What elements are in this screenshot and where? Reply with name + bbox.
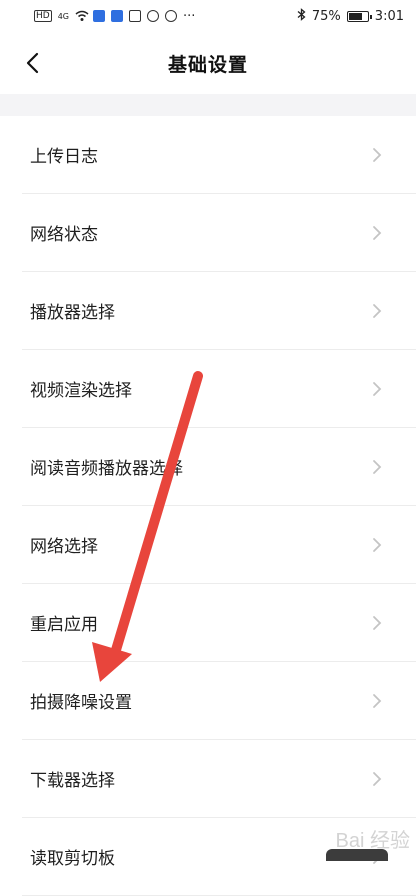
settings-item-label: 拍摄降噪设置 (30, 693, 132, 713)
chevron-right-icon (373, 303, 382, 318)
signal-label: 4G (57, 11, 69, 21)
more-notifications-icon: ··· (183, 8, 196, 24)
settings-item-label: 播放器选择 (30, 303, 115, 323)
bluetooth-icon (297, 7, 306, 25)
settings-item-label: 下载器选择 (30, 771, 115, 791)
settings-item[interactable]: 视频渲染选择 (22, 350, 416, 428)
status-bar: HD 4G ··· 75% 3:01 (0, 0, 416, 32)
chevron-right-icon (373, 381, 382, 396)
settings-item[interactable]: 下载器选择 (22, 740, 416, 818)
sync-notification-icon (165, 10, 177, 22)
chevron-right-icon (373, 615, 382, 630)
settings-item[interactable]: 播放器选择 (22, 272, 416, 350)
settings-list: 上传日志网络状态播放器选择视频渲染选择阅读音频播放器选择 网络选择重启应用拍摄降噪… (0, 116, 416, 896)
settings-item[interactable]: 网络状态 (22, 194, 416, 272)
settings-item[interactable]: 网络选择 (22, 506, 416, 584)
chevron-right-icon (373, 771, 382, 786)
settings-item-label: 重启应用 (30, 615, 98, 635)
back-button[interactable] (20, 50, 46, 76)
settings-item[interactable]: 阅读音频播放器选择 (22, 428, 416, 506)
home-indicator[interactable] (326, 849, 388, 861)
browser-notification-icon (147, 10, 159, 22)
status-bar-right: 75% 3:01 (297, 7, 404, 25)
settings-item-label: 视频渲染选择 (30, 381, 132, 401)
settings-item[interactable]: 重启应用 (22, 584, 416, 662)
status-bar-left: HD 4G ··· (34, 9, 195, 24)
chevron-right-icon (373, 147, 382, 162)
chevron-right-icon (373, 693, 382, 708)
settings-item-label: 读取剪切板 (30, 849, 115, 869)
app-notification-icon (93, 10, 105, 22)
settings-item-label: 阅读音频播放器选择 (30, 459, 183, 479)
settings-item-label: 上传日志 (30, 147, 98, 167)
settings-item-label: 网络状态 (30, 225, 98, 245)
settings-item[interactable]: 上传日志 (22, 116, 416, 194)
wifi-icon (75, 10, 89, 22)
chevron-right-icon (373, 537, 382, 552)
chevron-right-icon (373, 225, 382, 240)
clock: 3:01 (374, 8, 404, 24)
hd-indicator: HD (34, 10, 52, 22)
back-arrow-icon (26, 52, 39, 74)
app-header: 基础设置 (0, 32, 416, 94)
message-notification-icon (129, 10, 141, 22)
settings-item[interactable]: 拍摄降噪设置 (22, 662, 416, 740)
chevron-right-icon (373, 459, 382, 474)
photo-notification-icon (111, 10, 123, 22)
settings-item-label: 网络选择 (30, 537, 98, 557)
battery-percent: 75% (311, 8, 341, 24)
section-divider (0, 94, 416, 116)
battery-icon (346, 10, 372, 22)
page-title: 基础设置 (167, 53, 248, 76)
